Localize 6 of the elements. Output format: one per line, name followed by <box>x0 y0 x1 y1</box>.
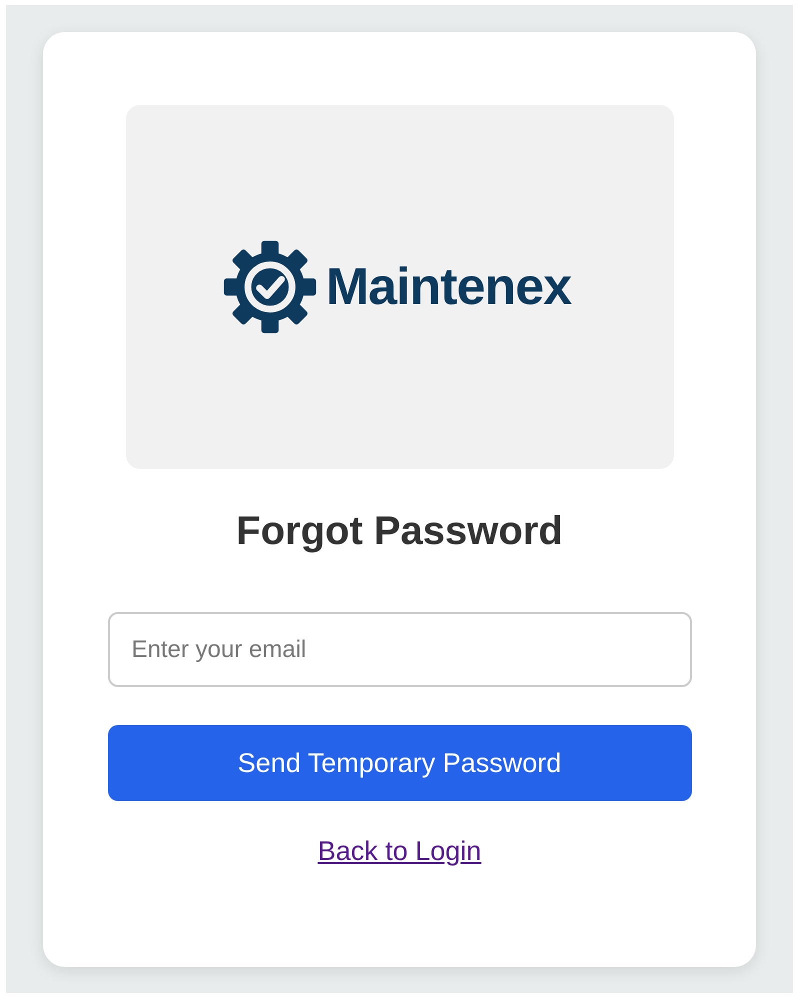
gear-check-icon <box>222 239 318 335</box>
send-password-button[interactable]: Send Temporary Password <box>108 725 692 801</box>
back-to-login-link[interactable]: Back to Login <box>318 831 482 872</box>
logo-wordmark: Maintenex <box>326 261 572 313</box>
page-title: Forgot Password <box>236 508 563 555</box>
email-field[interactable]: Enter your email <box>108 612 692 687</box>
